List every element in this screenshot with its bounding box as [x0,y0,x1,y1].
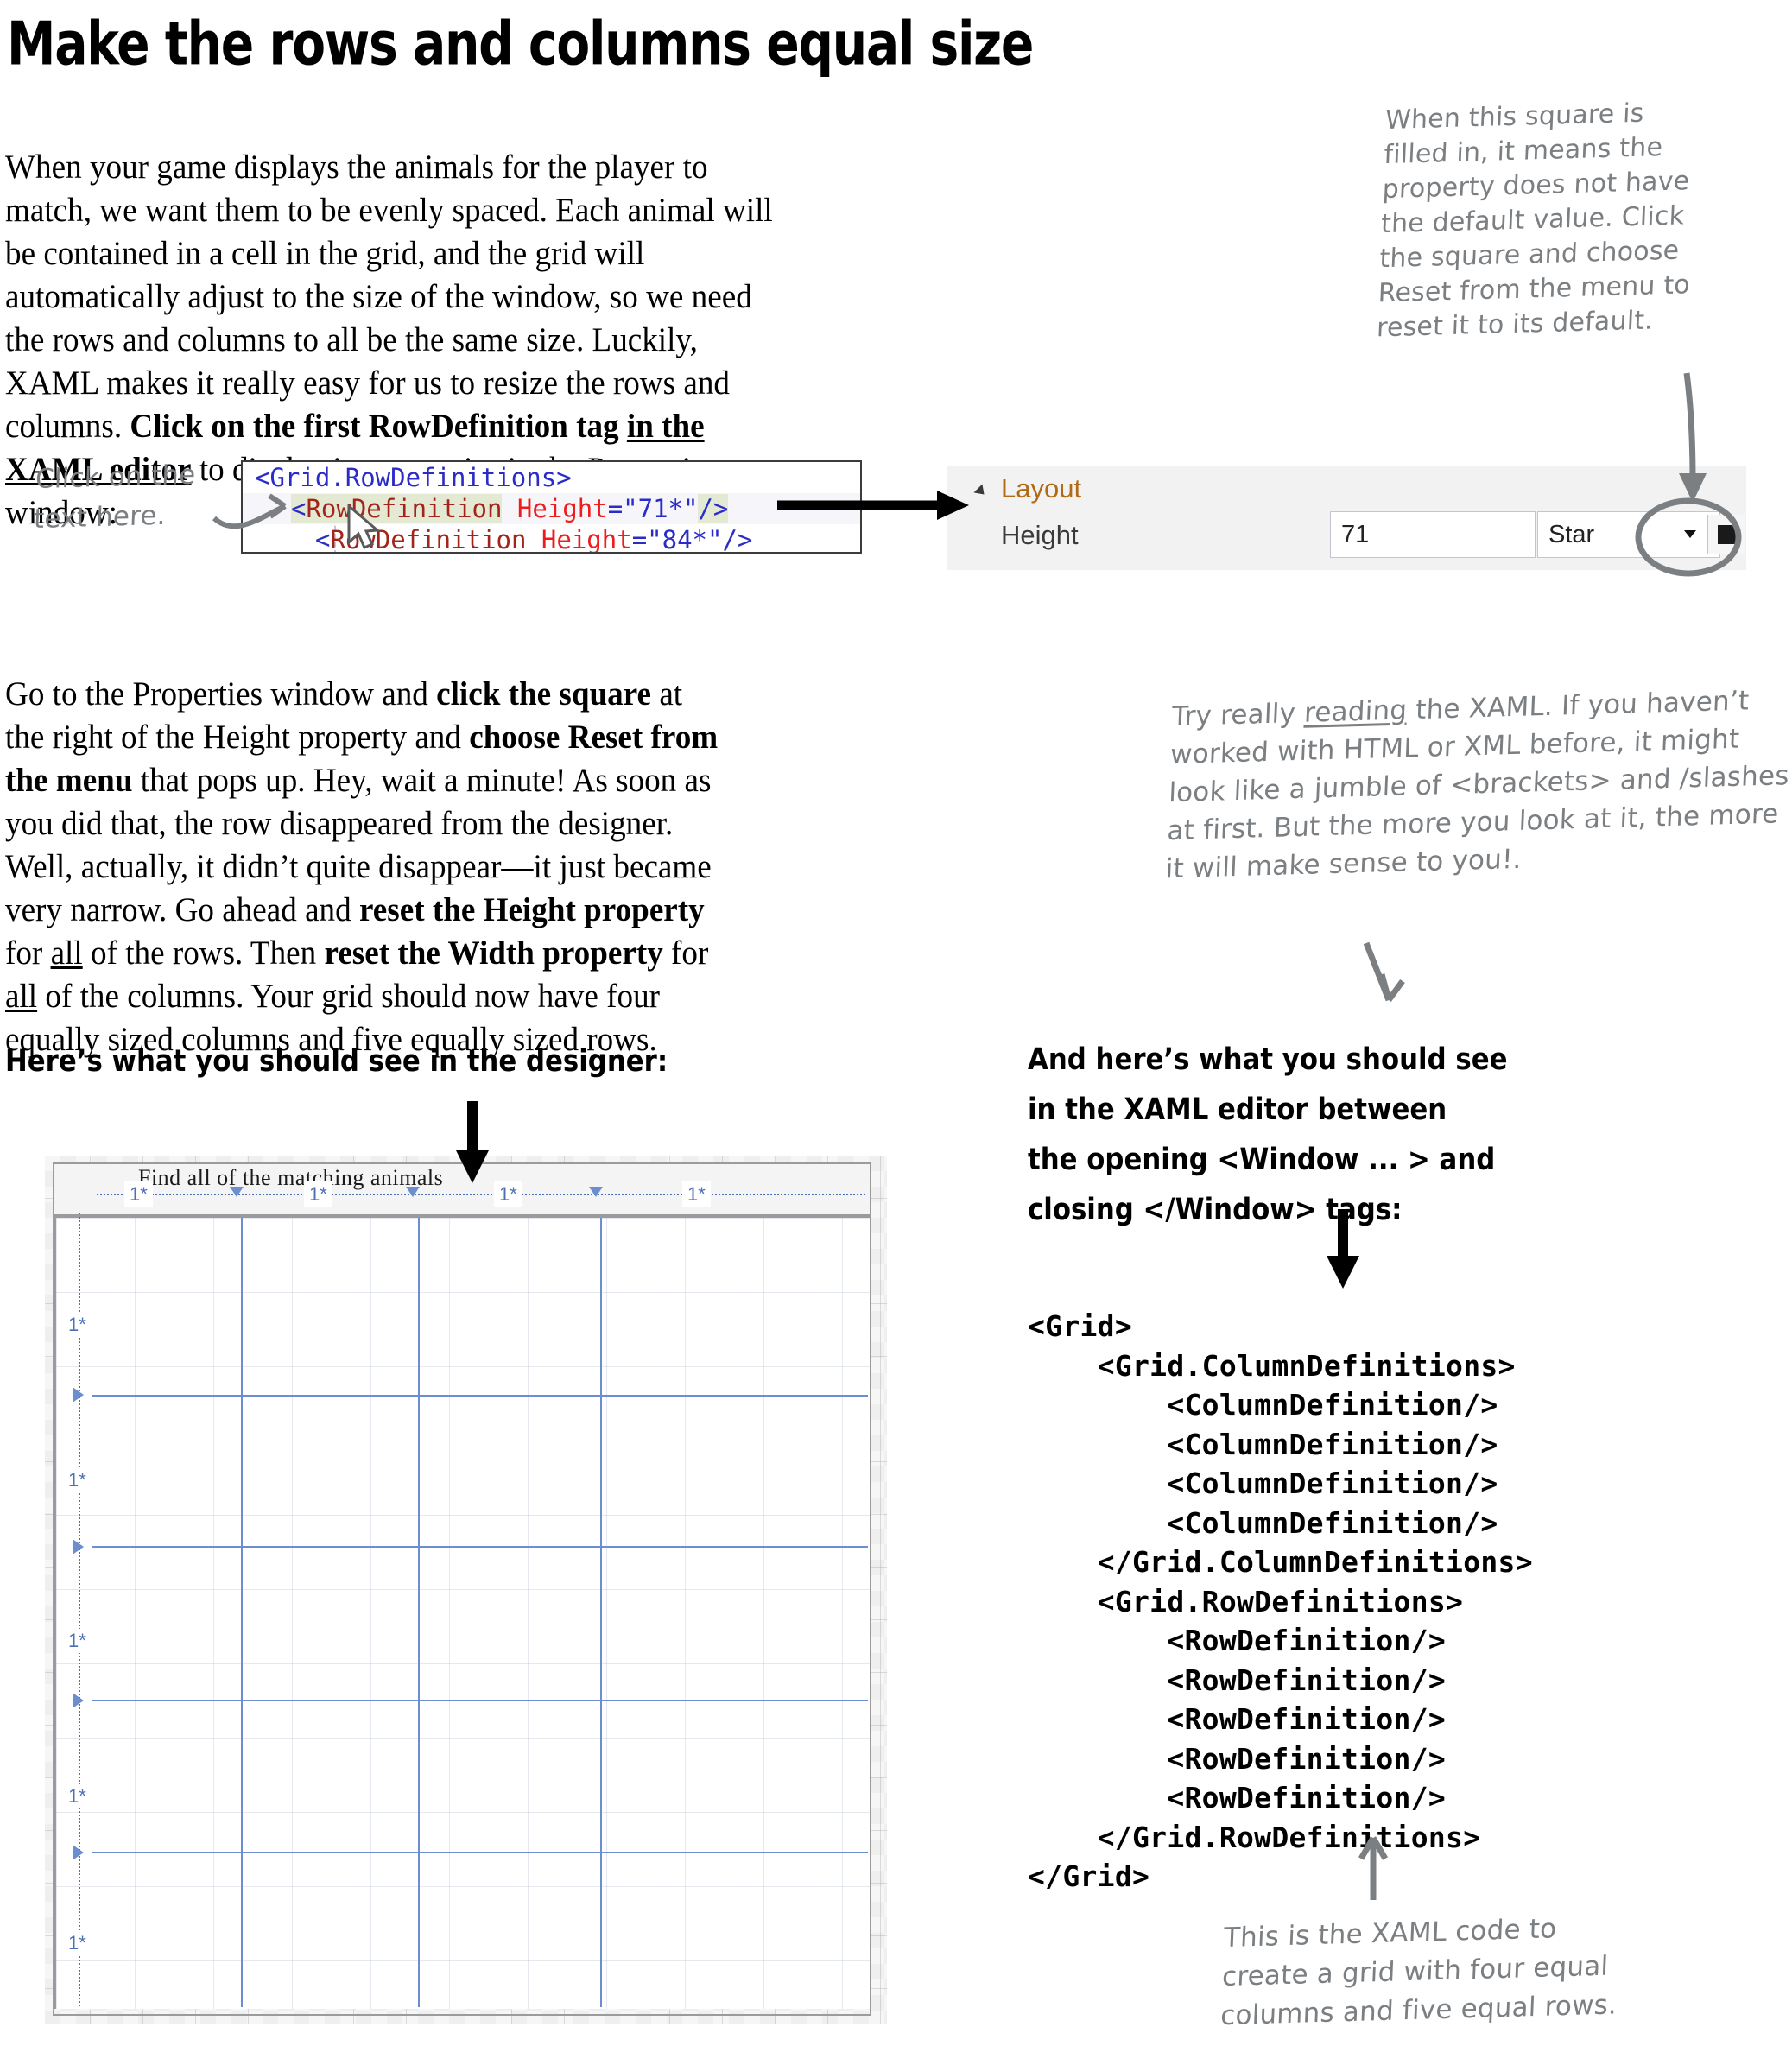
xaml-line2-open-bracket: < [291,494,307,523]
xaml-line3-open-bracket: < [315,525,331,554]
height-value-input[interactable]: 71 [1330,511,1536,558]
heading-designer: Here’s what you should see in the design… [5,1044,668,1079]
triangle-expanded-icon[interactable] [973,484,989,499]
xaml-line2-attribute: Height [516,494,608,523]
grid-row-divider-4 [92,1852,868,1853]
xaml-line3-equals: = [631,525,648,554]
designer-grid-canvas[interactable] [54,1216,870,2009]
xaml-code-block: <Grid> <Grid.ColumnDefinitions> <ColumnD… [1028,1307,1533,1897]
default-value-marker-button[interactable] [1707,515,1745,554]
xaml-editor-line-3[interactable]: <RowDefinition Height="84*"/> [243,524,860,554]
xaml-line3-value: "84*" [647,525,723,554]
xaml-code-line: <RowDefinition/> [1028,1702,1447,1736]
properties-window-screenshot[interactable]: Layout Height 71 Star [947,466,1746,570]
xaml-code-line: <ColumnDefinition/> [1028,1505,1498,1540]
xaml-line3-close: /> [722,525,753,554]
gray-arrow-reading-head [1378,973,1405,1003]
xaml-code-line: </Grid> [1028,1859,1150,1893]
grid-row-divider-1 [92,1395,868,1396]
xaml-code-line: <Grid.RowDefinitions> [1028,1584,1464,1618]
gray-arrow-to-default-square [1683,372,1696,481]
row-divider-arrow-4[interactable] [73,1845,84,1860]
column-marker-4[interactable]: 1* [682,1181,711,1207]
row-divider-arrow-2[interactable] [73,1539,84,1555]
xaml-line2-equals: = [607,494,624,523]
heading-xaml-editor: And here’s what you should see in the XA… [1028,1042,1508,1227]
row-divider-arrow-3[interactable] [73,1693,84,1708]
xaml-editor-screenshot[interactable]: <Grid.RowDefinitions> <RowDefinition Hei… [241,460,862,554]
xaml-code-line: <ColumnDefinition/> [1028,1388,1498,1422]
column-marker-3[interactable]: 1* [494,1181,522,1207]
xaml-code-line: <ColumnDefinition/> [1028,1466,1498,1500]
gray-arrow-reading [1363,941,1392,1002]
xaml-line1-text: <Grid.RowDefinitions> [255,463,572,492]
row-marker-1-label: 1* [68,1314,86,1335]
xaml-code-line: <RowDefinition/> [1028,1741,1447,1776]
chevron-down-icon[interactable] [1684,530,1696,538]
row-marker-5[interactable]: 1* [64,1931,91,1955]
xaml-line3-attribute: Height [541,525,632,554]
xaml-code-line: <RowDefinition/> [1028,1624,1447,1657]
designer-window-title: Find all of the matching animals [138,1165,444,1190]
row-marker-3-label: 1* [68,1630,86,1651]
xaml-code-line: <RowDefinition/> [1028,1662,1447,1697]
grid-column-divider-2 [418,1218,420,2007]
xaml-code-line: </Grid.ColumnDefinitions> [1028,1545,1533,1579]
row-marker-3[interactable]: 1* [64,1629,91,1653]
xaml-line3-element: RowDefinition [330,525,527,554]
column-divider-caret-1[interactable] [230,1187,244,1197]
row-marker-5-label: 1* [68,1932,86,1954]
row-marker-2-label: 1* [68,1469,86,1491]
row-marker-2[interactable]: 1* [64,1468,91,1492]
xaml-line2-close: /> [698,494,729,523]
xaml-editor-line-2[interactable]: <RowDefinition Height="71*"/> [243,493,860,524]
annotation-try-reading-xaml: Try really reading the XAML. If you have… [1164,685,1790,885]
xaml-line2-element: RowDefinition [306,494,503,523]
annotation-click-text-here: Click on the text here. [33,459,197,535]
property-label-height: Height [1001,520,1079,550]
annotation-xaml-code-caption: This is the XAML code to create a grid w… [1219,1913,1618,2032]
xaml-code-line: <ColumnDefinition/> [1028,1427,1498,1461]
grid-row-divider-3 [92,1700,868,1701]
column-divider-caret-3[interactable] [589,1187,603,1197]
column-marker-1[interactable]: 1* [124,1181,153,1207]
xaml-code-line: </Grid.RowDefinitions> [1028,1820,1481,1854]
grid-column-divider-1 [241,1218,243,2007]
xaml-code-line: <RowDefinition/> [1028,1781,1447,1814]
xaml-line2-value: "71*" [623,494,699,523]
grid-column-divider-3 [600,1218,602,2007]
designer-column-ruler[interactable] [97,1194,865,1198]
column-divider-caret-2[interactable] [406,1187,420,1197]
properties-section-label: Layout [1001,473,1082,504]
column-marker-2[interactable]: 1* [304,1181,332,1207]
row-marker-4[interactable]: 1* [64,1784,91,1808]
designer-snap-grid [56,1218,870,2009]
xaml-code-line: <Grid> [1028,1309,1133,1343]
second-paragraph: Go to the Properties window and click th… [5,674,719,1058]
row-marker-4-label: 1* [68,1785,86,1807]
row-divider-arrow-1[interactable] [73,1387,84,1403]
grid-row-divider-2 [92,1546,868,1548]
row-marker-1[interactable]: 1* [64,1313,91,1337]
filled-square-icon [1717,525,1737,544]
page-title: Make the rows and columns equal size [7,9,1034,79]
black-arrow-to-xaml-code-head [1327,1256,1359,1289]
xaml-code-line: <Grid.ColumnDefinitions> [1028,1348,1516,1383]
designer-screenshot[interactable]: Find all of the matching animals 1* 1* 1… [45,1156,887,2024]
annotation-square-filled: When this square is filled in, it means … [1376,98,1691,344]
xaml-editor-line-1[interactable]: <Grid.RowDefinitions> [243,462,860,493]
